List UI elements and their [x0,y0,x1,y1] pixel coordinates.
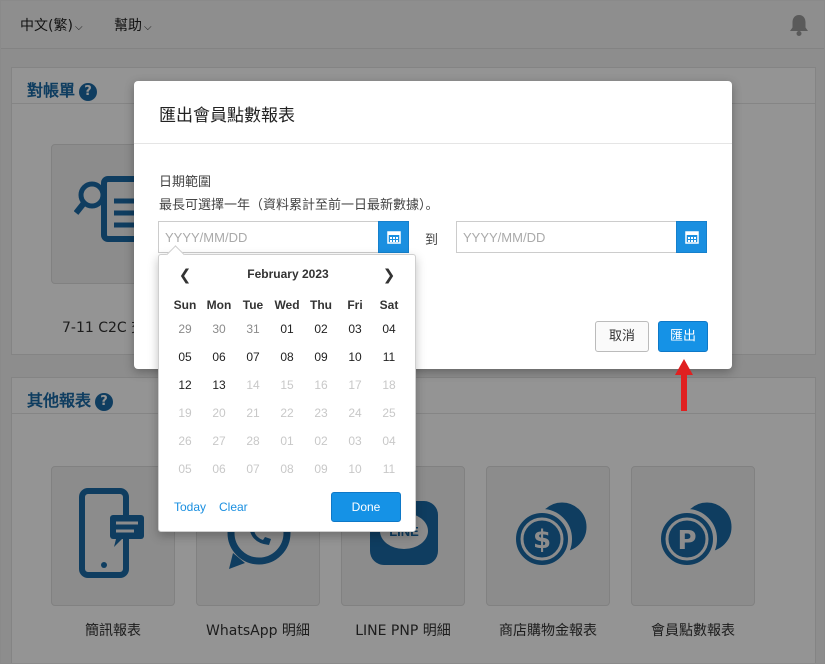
calendar-day: 06 [212,462,226,476]
calendar-day: 24 [348,406,362,420]
weekday-header: Tue [242,298,264,312]
end-calendar-button[interactable] [676,221,707,253]
calendar-day[interactable]: 09 [304,350,338,364]
calendar-icon [685,231,699,244]
calendar-day: 09 [314,462,328,476]
calendar-day: 14 [246,378,260,392]
calendar-day[interactable]: 03 [338,322,372,336]
next-month-button[interactable]: ❯ [379,266,399,284]
start-date-input[interactable]: YYYY/MM/DD [158,221,380,253]
calendar-day: 11 [382,462,396,476]
calendar-day[interactable]: 12 [168,378,202,392]
clear-button[interactable]: Clear [219,500,248,514]
calendar-day: 22 [280,406,294,420]
calendar-day: 08 [280,462,294,476]
calendar-day: 17 [348,378,362,392]
calendar-day[interactable]: 08 [270,350,304,364]
calendar-day: 01 [280,434,294,448]
weekday-header: Fri [347,298,363,312]
calendar-day: 23 [314,406,328,420]
calendar-day: 03 [348,434,362,448]
calendar-day[interactable]: 06 [202,350,236,364]
calendar-day: 10 [348,462,362,476]
calendar-day[interactable]: 07 [236,350,270,364]
date-range-label: 日期範圍 [159,175,212,190]
calendar-day: 26 [178,434,192,448]
start-calendar-button[interactable] [378,221,409,253]
weekday-header: Thu [310,298,332,312]
datepicker: ❮ February 2023 ❯ Today Clear Done Sun Mo… [158,254,416,532]
weekday-header: Sun [173,298,197,312]
calendar-day[interactable]: 02 [304,322,338,336]
weekday-header: Mon [206,298,232,312]
calendar-day: 15 [280,378,294,392]
calendar-day: 16 [314,378,328,392]
weekday-header: Sat [379,298,399,312]
today-button[interactable]: Today [174,500,206,514]
calendar-day[interactable]: 29 [168,322,202,336]
calendar-day: 28 [246,434,260,448]
calendar-day[interactable]: 10 [338,350,372,364]
calendar-day: 25 [382,406,396,420]
calendar-day: 04 [382,434,396,448]
calendar-day: 07 [246,462,260,476]
calendar-day: 20 [212,406,226,420]
calendar-day: 19 [178,406,192,420]
annotation-arrow [675,359,693,411]
calendar-day: 21 [246,406,260,420]
prev-month-button[interactable]: ❮ [175,266,195,284]
calendar-day[interactable]: 05 [168,350,202,364]
export-button[interactable]: 匯出 [658,321,708,352]
calendar-day[interactable]: 31 [236,322,270,336]
calendar-day[interactable]: 04 [372,322,406,336]
cancel-button[interactable]: 取消 [595,321,649,352]
end-date-input[interactable]: YYYY/MM/DD [456,221,678,253]
calendar-icon [387,231,401,244]
calendar-day: 18 [382,378,396,392]
dialog-title: 匯出會員點數報表 [134,81,732,144]
calendar-day[interactable]: 11 [372,350,406,364]
calendar-day: 02 [314,434,328,448]
done-button[interactable]: Done [331,492,401,522]
app-window: 中文(繁) ⌵ 幫助 ⌵ 對帳單? 7-11 C2C 交 其他報表 ? 簡訊報表… [0,0,825,664]
calendar-day[interactable]: 30 [202,322,236,336]
calendar-day[interactable]: 01 [270,322,304,336]
calendar-day[interactable]: 13 [202,378,236,392]
to-label: 到 [425,233,439,248]
month-title[interactable]: February 2023 [199,267,377,281]
date-range-hint: 最長可選擇一年（資料累計至前一日最新數據）。 [159,198,439,213]
calendar-day: 27 [212,434,226,448]
weekday-header: Wed [274,298,300,312]
calendar-day: 05 [178,462,192,476]
